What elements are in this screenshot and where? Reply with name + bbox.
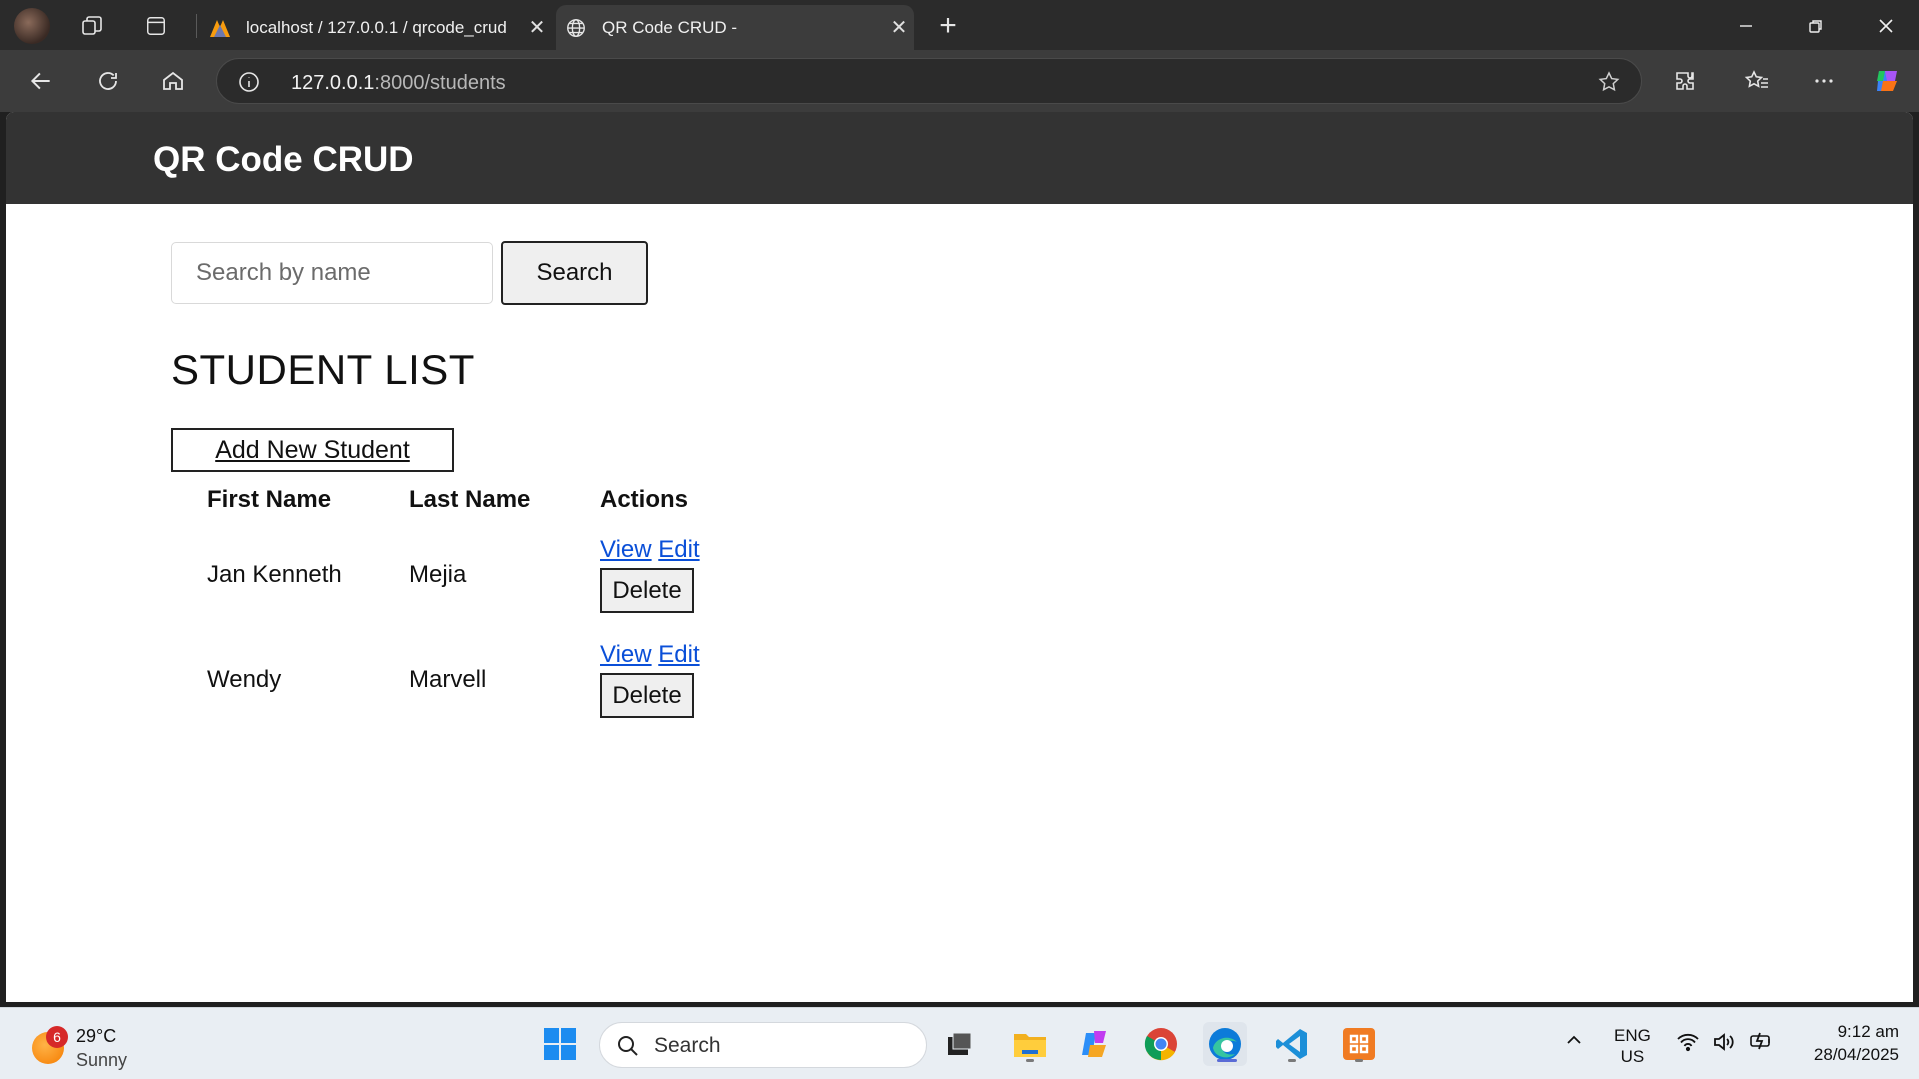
- minimize-icon[interactable]: [1716, 8, 1776, 44]
- close-tab-icon[interactable]: ✕: [884, 15, 914, 40]
- last-name-cell: Marvell: [409, 665, 487, 693]
- address-bar[interactable]: 127.0.0.1:8000/students: [216, 58, 1642, 104]
- taskbar: 6 29°C Sunny Search ENG US 9:12 am 28/04…: [0, 1007, 1919, 1079]
- volume-icon[interactable]: [1712, 1032, 1736, 1057]
- favorite-star-icon[interactable]: [1597, 70, 1621, 99]
- column-header-last-name: Last Name: [409, 486, 531, 513]
- site-header: QR Code CRUD: [6, 112, 1913, 204]
- tab-title: QR Code CRUD -: [602, 17, 738, 37]
- url-text: 127.0.0.1:8000/students: [291, 72, 506, 95]
- page-viewport: QR Code CRUD Search STUDENT LIST Add New…: [6, 112, 1913, 1002]
- page-title: STUDENT LIST: [171, 346, 475, 393]
- phpmyadmin-icon: [208, 16, 232, 40]
- tab-separator: [196, 14, 197, 38]
- extensions-icon[interactable]: [1666, 62, 1704, 100]
- site-title: QR Code CRUD: [153, 140, 414, 179]
- delete-button[interactable]: Delete: [600, 673, 694, 718]
- weather-condition: Sunny: [76, 1050, 128, 1070]
- globe-icon: [564, 16, 588, 40]
- url-host: 127.0.0.1: [291, 72, 375, 94]
- first-name-cell: Wendy: [207, 665, 282, 693]
- weather-widget[interactable]: 6 29°C Sunny: [28, 1018, 168, 1070]
- table-header-row: First Name Last Name Actions: [171, 478, 736, 522]
- delete-button[interactable]: Delete: [600, 568, 694, 613]
- tab-phpmyadmin[interactable]: localhost / 127.0.0.1 / qrcode_crud ✕: [200, 5, 552, 50]
- taskbar-search[interactable]: Search: [599, 1022, 927, 1068]
- system-clock[interactable]: 9:12 am 28/04/2025: [1814, 1020, 1899, 1066]
- tab-qr-code-crud[interactable]: QR Code CRUD - ✕: [556, 5, 914, 50]
- language-indicator[interactable]: ENG US: [1614, 1025, 1651, 1067]
- copilot-app-icon[interactable]: [1073, 1022, 1117, 1066]
- search-input[interactable]: [171, 242, 493, 304]
- chrome-icon[interactable]: [1139, 1022, 1183, 1066]
- more-options-icon[interactable]: [1805, 62, 1843, 100]
- copilot-icon[interactable]: [1868, 62, 1906, 100]
- actions-cell: View Edit Delete: [564, 522, 736, 627]
- favorites-icon[interactable]: [1738, 62, 1776, 100]
- column-header-first-name: First Name: [207, 486, 332, 513]
- running-indicator: [1355, 1059, 1363, 1062]
- table-row: Wendy Marvell View Edit Delete: [171, 627, 736, 732]
- running-indicator: [1288, 1059, 1296, 1062]
- column-header-actions: Actions: [600, 486, 689, 513]
- browser-toolbar: 127.0.0.1:8000/students: [0, 50, 1919, 112]
- url-path: :8000/students: [374, 72, 506, 94]
- task-view-icon[interactable]: [938, 1022, 982, 1066]
- tab-title: localhost / 127.0.0.1 / qrcode_crud: [246, 17, 507, 37]
- new-tab-icon[interactable]: +: [930, 8, 966, 44]
- wifi-icon[interactable]: [1676, 1032, 1700, 1057]
- clock-date: 28/04/2025: [1813, 1045, 1899, 1064]
- home-icon[interactable]: [154, 62, 192, 100]
- vscode-icon[interactable]: [1270, 1022, 1314, 1066]
- edit-link[interactable]: Edit: [658, 536, 699, 563]
- running-indicator: [1026, 1059, 1034, 1062]
- view-link[interactable]: View: [600, 641, 652, 668]
- add-student-button[interactable]: Add New Student: [171, 428, 454, 472]
- browser-tab-bar: localhost / 127.0.0.1 / qrcode_crud ✕ QR…: [0, 0, 1919, 50]
- first-name-cell: Jan Kenneth: [207, 560, 342, 588]
- search-button[interactable]: Search: [501, 241, 648, 305]
- close-window-icon[interactable]: [1856, 8, 1916, 44]
- view-link[interactable]: View: [600, 536, 652, 563]
- refresh-icon[interactable]: [89, 62, 127, 100]
- site-info-icon[interactable]: [237, 70, 261, 94]
- temperature: 29°C: [76, 1026, 117, 1046]
- notification-badge: 6: [46, 1026, 68, 1048]
- keyboard-layout: US: [1620, 1047, 1645, 1066]
- actions-cell: View Edit Delete: [564, 627, 736, 732]
- students-table: First Name Last Name Actions Jan Kenneth…: [171, 478, 736, 732]
- running-indicator: [1217, 1059, 1237, 1062]
- show-hidden-icons-icon[interactable]: [1564, 1030, 1584, 1055]
- workspaces-icon[interactable]: [74, 8, 110, 44]
- language-code: ENG: [1614, 1026, 1651, 1045]
- xampp-icon[interactable]: [1337, 1022, 1381, 1066]
- battery-charging-icon[interactable]: [1748, 1030, 1774, 1057]
- table-row: Jan Kenneth Mejia View Edit Delete: [171, 522, 736, 627]
- file-explorer-icon[interactable]: [1008, 1022, 1052, 1066]
- last-name-cell: Mejia: [409, 560, 467, 588]
- taskbar-search-label: Search: [654, 1034, 721, 1057]
- profile-avatar[interactable]: [14, 8, 50, 44]
- edge-icon[interactable]: [1203, 1022, 1247, 1066]
- restore-icon[interactable]: [1786, 8, 1846, 44]
- edit-link[interactable]: Edit: [658, 641, 699, 668]
- vertical-tabs-icon[interactable]: [138, 8, 174, 44]
- back-icon[interactable]: [22, 62, 60, 100]
- clock-time: 9:12 am: [1837, 1022, 1899, 1041]
- search-icon: [618, 1036, 638, 1056]
- close-tab-icon[interactable]: ✕: [522, 15, 552, 40]
- windows-start-icon[interactable]: [538, 1022, 582, 1066]
